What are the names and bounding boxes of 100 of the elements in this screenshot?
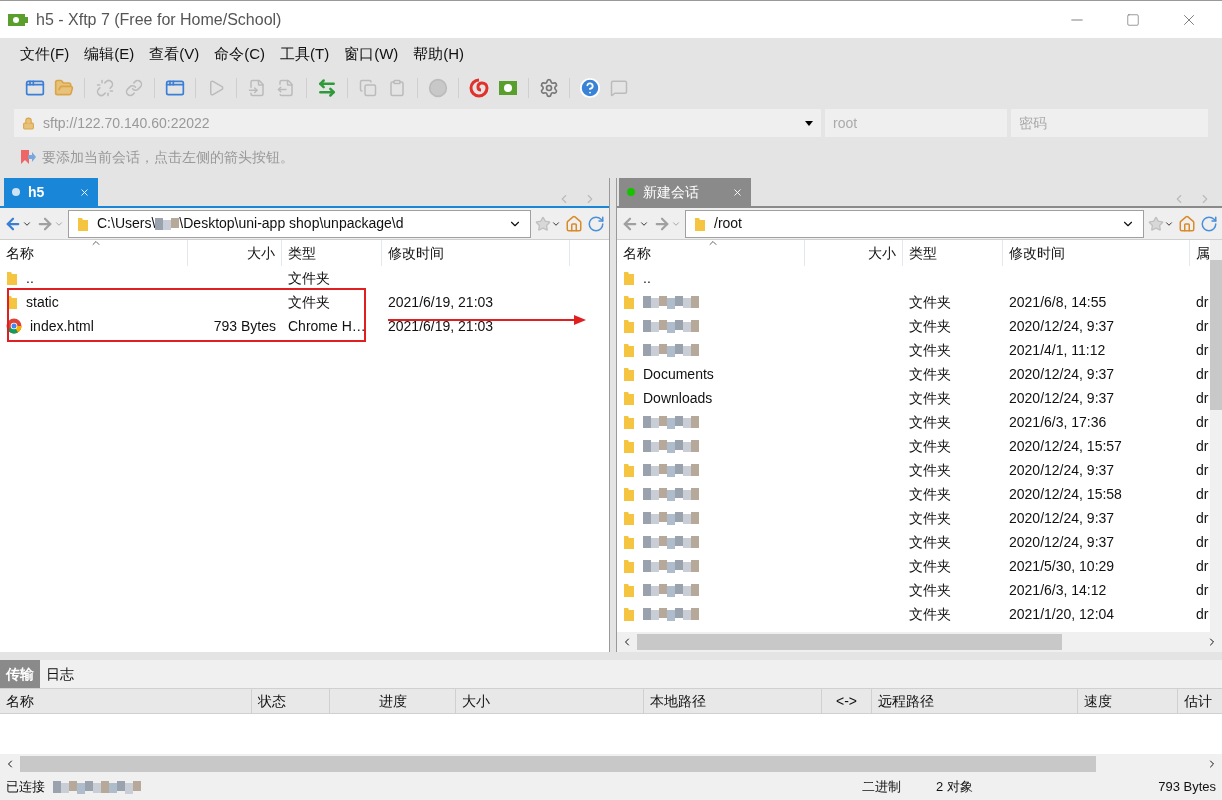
file-type: 文件夹 <box>288 293 330 310</box>
file-size: 793 Bytes <box>213 317 276 334</box>
column-header[interactable]: 进度 <box>330 689 456 713</box>
file-name[interactable]: .. <box>617 267 805 289</box>
menu-item[interactable]: 命令(C) <box>214 42 265 66</box>
bookmark-button[interactable] <box>1148 215 1174 232</box>
file-attributes: dr <box>1196 461 1209 478</box>
file-attributes: dr <box>1196 581 1209 598</box>
object-count: 2 对象 <box>936 778 974 797</box>
file-type: 文件夹 <box>909 581 951 598</box>
refresh-button[interactable] <box>587 214 605 233</box>
column-header[interactable]: 类型 <box>282 240 382 266</box>
file-attributes: dr <box>1196 413 1209 430</box>
folder-icon <box>623 342 635 358</box>
file-attributes: dr <box>1196 533 1209 550</box>
bookmark-button[interactable] <box>535 215 561 232</box>
column-header[interactable]: 本地路径 <box>644 689 822 713</box>
path-field[interactable]: C:\Users\ \Desktop\uni-app shop\unpackage\d <box>68 209 531 238</box>
file-attributes: dr <box>1196 341 1209 358</box>
column-header[interactable]: 修改时间 <box>382 240 570 266</box>
folder-icon <box>623 366 635 382</box>
modified-time: 2020/12/24, 15:57 <box>1009 437 1122 454</box>
column-header[interactable]: 状态 <box>252 689 330 713</box>
column-header[interactable]: 名称 <box>0 689 252 713</box>
menu-item[interactable]: 窗口(W) <box>344 42 399 66</box>
column-header[interactable]: 类型 <box>903 240 1003 266</box>
file-type: 文件夹 <box>909 389 951 406</box>
file-type: 文件夹 <box>288 269 330 286</box>
vertical-scrollbar[interactable] <box>1210 240 1222 632</box>
home-button[interactable] <box>565 214 583 233</box>
bookmark-arrow-icon <box>20 149 36 165</box>
modified-time: 2021/5/30, 10:29 <box>1009 557 1115 574</box>
refresh-button[interactable] <box>1200 214 1218 233</box>
column-header[interactable]: <-> <box>822 689 872 713</box>
column-header[interactable]: 修改时间 <box>1003 240 1190 266</box>
window-title: h5 - Xftp 7 (Free for Home/School) <box>36 9 282 30</box>
username-field[interactable]: root <box>825 109 1007 137</box>
modified-time: 2020/12/24, 9:37 <box>1009 509 1115 526</box>
file-type: 文件夹 <box>909 509 951 526</box>
file-name[interactable]: static <box>0 291 188 313</box>
maximize-icon[interactable] <box>1126 12 1140 27</box>
file-attributes: dr <box>1196 317 1209 334</box>
modified-time: 2021/6/8, 14:55 <box>1009 293 1107 310</box>
modified-time: 2020/12/24, 9:37 <box>1009 533 1115 550</box>
column-header[interactable]: 大小 <box>188 240 282 266</box>
tab-label: 新建会话 <box>643 182 699 202</box>
folder-icon <box>623 294 635 310</box>
menu-item[interactable]: 文件(F) <box>20 42 70 66</box>
modified-time: 2021/6/19, 21:03 <box>388 293 494 310</box>
path-field[interactable]: /root <box>685 209 1144 238</box>
folder-icon <box>623 462 635 478</box>
file-type: 文件夹 <box>909 365 951 382</box>
menu-item[interactable]: 工具(T) <box>280 42 330 66</box>
column-header[interactable]: 速度 <box>1078 689 1178 713</box>
help-icon[interactable] <box>577 75 603 101</box>
folder-icon <box>623 390 635 406</box>
column-header[interactable]: 名称 <box>0 240 188 266</box>
file-attributes: dr <box>1196 485 1209 502</box>
file-name[interactable]: .. <box>0 267 188 289</box>
folder-icon <box>623 438 635 454</box>
file-attributes: dr <box>1196 605 1209 622</box>
file-type: 文件夹 <box>909 437 951 454</box>
column-header[interactable]: 名称 <box>617 240 805 266</box>
file-type: Chrome H… <box>288 317 366 334</box>
file-type: 文件夹 <box>909 557 951 574</box>
folder-icon <box>694 215 706 232</box>
hint-text: 要添加当前会话，点击左侧的箭头按钮。 <box>42 147 294 167</box>
column-header[interactable]: 估计 <box>1178 689 1222 713</box>
file-type: 文件夹 <box>909 461 951 478</box>
path-text: /root <box>714 214 742 233</box>
menu-item[interactable]: 编辑(E) <box>84 42 135 66</box>
file-name[interactable]: index.html <box>0 315 188 337</box>
horizontal-scrollbar[interactable] <box>0 754 1222 774</box>
modified-time: 2020/12/24, 9:37 <box>1009 461 1115 478</box>
file-attributes: dr <box>1196 293 1209 310</box>
folder-icon <box>623 486 635 502</box>
horizontal-scrollbar[interactable] <box>617 632 1222 652</box>
folder-icon <box>623 318 635 334</box>
folder-icon <box>623 510 635 526</box>
folder-icon <box>6 270 18 286</box>
file-attributes: dr <box>1196 437 1209 454</box>
password-field[interactable]: 密码 <box>1011 109 1208 137</box>
modified-time: 2021/1/20, 12:04 <box>1009 605 1115 622</box>
home-button[interactable] <box>1178 214 1196 233</box>
folder-icon <box>623 558 635 574</box>
menu-item[interactable]: 帮助(H) <box>413 42 465 66</box>
column-header[interactable]: 远程路径 <box>872 689 1078 713</box>
column-header[interactable]: 大小 <box>805 240 903 266</box>
modified-time: 2020/12/24, 9:37 <box>1009 365 1115 382</box>
tab-label: h5 <box>28 182 45 202</box>
file-type: 文件夹 <box>909 413 951 430</box>
file-name[interactable]: Downloads <box>617 387 805 409</box>
session-tab[interactable]: h5 <box>4 178 98 206</box>
file-type: 文件夹 <box>909 485 951 502</box>
modified-time: 2020/12/24, 15:58 <box>1009 485 1122 502</box>
file-name[interactable]: Documents <box>617 363 805 385</box>
file-attributes: dr <box>1196 557 1209 574</box>
menu-item[interactable]: 查看(V) <box>149 42 200 66</box>
panel-tab[interactable]: 日志 <box>40 660 80 688</box>
column-header[interactable]: 大小 <box>456 689 644 713</box>
